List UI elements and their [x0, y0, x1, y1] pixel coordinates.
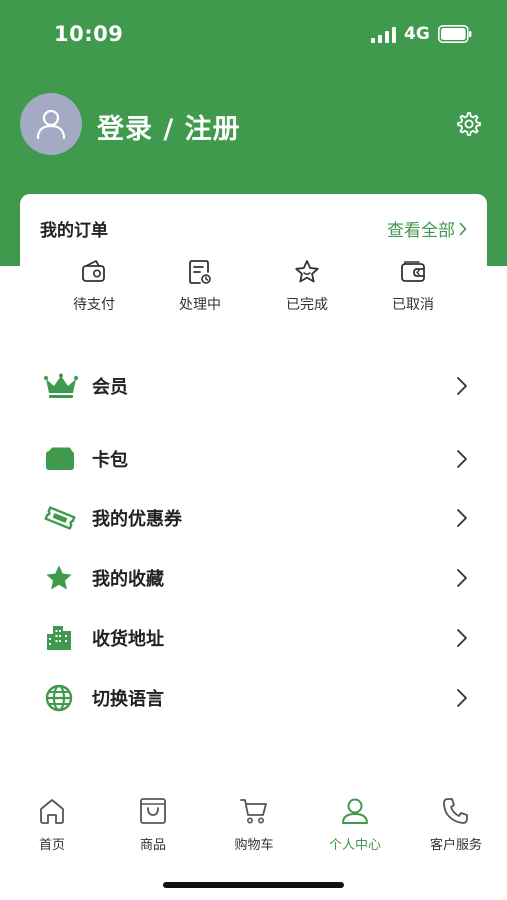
home-icon [40, 799, 64, 824]
menu-item-label: 我的优惠券 [92, 509, 182, 530]
chevron-right-icon [457, 569, 467, 587]
menu-item-address[interactable]: 收货地址 [44, 618, 474, 658]
profile-section: 登录 / 注册 [20, 93, 487, 155]
status-time: 10:09 [54, 22, 124, 46]
tab-label: 购物车 [234, 838, 274, 853]
order-title: 我的订单 [40, 221, 108, 241]
chevron-right-icon [457, 689, 467, 707]
document-processing-icon [189, 260, 211, 284]
tab-products[interactable]: 商品 [108, 796, 198, 853]
tab-label: 首页 [38, 838, 65, 853]
shopping-bag-icon [140, 798, 166, 824]
order-status-label: 已取消 [392, 297, 434, 313]
tab-label: 客户服务 [429, 838, 482, 853]
menu-item-label: 会员 [92, 377, 128, 398]
order-status-processing[interactable]: 处理中 [160, 258, 240, 314]
menu-item-coupons[interactable]: 我的优惠券 [44, 498, 474, 538]
status-bar: 10:09 4G [0, 0, 507, 70]
view-all-label: 查看全部 [387, 221, 455, 241]
avatar[interactable] [20, 93, 82, 155]
menu-item-label: 我的收藏 [92, 569, 164, 590]
order-card: 我的订单 查看全部 待支付 处理中 已完成 已取消 [20, 194, 487, 326]
wallet-pending-icon [82, 260, 105, 282]
order-status-cancelled[interactable]: 已取消 [373, 258, 453, 314]
chevron-right-icon [457, 629, 467, 647]
star-icon [44, 563, 80, 593]
chevron-right-icon [457, 509, 467, 527]
tab-label: 个人中心 [328, 838, 381, 853]
tab-profile[interactable]: 个人中心 [310, 796, 400, 853]
menu-item-label: 切换语言 [92, 689, 164, 710]
menu-item-favorites[interactable]: 我的收藏 [44, 558, 474, 598]
user-avatar-icon [36, 109, 66, 140]
bottom-tab-bar: 首页 商品 购物车 个人中心 客户服务 [0, 796, 507, 866]
wallet-cancel-icon [401, 261, 425, 282]
tab-customer-service[interactable]: 客户服务 [411, 796, 501, 853]
tab-label: 商品 [139, 838, 166, 853]
building-icon [44, 623, 80, 653]
menu-item-label: 卡包 [92, 450, 128, 471]
order-status-pending[interactable]: 待支付 [54, 258, 134, 314]
menu-item-language[interactable]: 切换语言 [44, 678, 474, 718]
login-register-link[interactable]: 登录 / 注册 [97, 107, 241, 146]
order-status-label: 待支付 [73, 297, 115, 313]
order-status-row: 待支付 处理中 已完成 已取消 [20, 258, 487, 318]
chevron-right-icon [457, 377, 467, 395]
card-wallet-icon [44, 444, 80, 474]
tab-home[interactable]: 首页 [7, 796, 97, 853]
tab-cart[interactable]: 购物车 [209, 796, 299, 853]
menu-item-label: 收货地址 [92, 629, 164, 650]
order-status-label: 处理中 [179, 297, 221, 313]
chevron-right-icon [459, 222, 467, 235]
phone-icon [443, 798, 468, 824]
user-icon [342, 798, 368, 824]
home-indicator [163, 882, 344, 888]
star-outline-icon [295, 260, 319, 283]
order-status-completed[interactable]: 已完成 [267, 258, 347, 314]
crown-icon [44, 371, 80, 401]
battery-icon [438, 25, 472, 43]
ticket-icon [44, 503, 80, 533]
menu-item-card-wallet[interactable]: 卡包 [44, 439, 474, 479]
chevron-right-icon [457, 450, 467, 468]
network-type: 4G [404, 24, 430, 44]
menu-item-membership[interactable]: 会员 [44, 366, 474, 406]
order-status-label: 已完成 [286, 297, 328, 313]
globe-icon [44, 683, 80, 713]
view-all-orders-link[interactable]: 查看全部 [387, 216, 467, 241]
settings-gear-icon[interactable] [454, 110, 482, 138]
cart-icon [240, 799, 267, 824]
signal-icon [371, 27, 396, 43]
